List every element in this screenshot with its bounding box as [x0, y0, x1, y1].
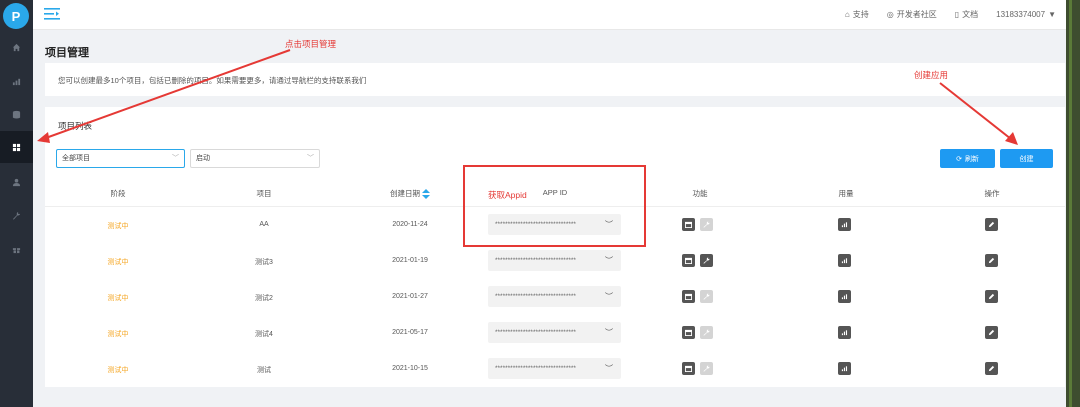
edit-icon[interactable] [985, 362, 998, 375]
logo-glyph: P [11, 8, 21, 24]
notice-card: 您可以创建最多10个项目，包括已删除的项目。如果需要更多，请通过导航栏的支持联系… [45, 63, 1065, 96]
list-title: 项目列表 [58, 121, 93, 131]
project-list-card: 项目列表 全部项目 ﹀ 启动 ﹀ ⟳ 刷新 创建 阶段 项目 创建日期 APP I… [45, 107, 1065, 387]
usage-chart-icon[interactable] [838, 254, 851, 267]
column-header-actions: 操作 [984, 189, 1000, 198]
background-strip [1066, 0, 1080, 407]
usage-chart-icon[interactable] [838, 362, 851, 375]
usage-chart-icon[interactable] [838, 290, 851, 303]
caret-down-icon: ▼ [1048, 10, 1056, 19]
column-header-function: 功能 [692, 189, 708, 198]
chevron-down-icon[interactable]: ︶ [605, 358, 613, 379]
annotation-click-project: 点击项目管理 [285, 39, 337, 49]
document-icon: ▯ [954, 10, 960, 19]
page-title: 项目管理 [45, 47, 89, 59]
edit-icon[interactable] [985, 218, 998, 231]
sidebar: P [0, 0, 33, 407]
column-header-project: 项目 [256, 189, 272, 198]
stage-cell: 测试中 [107, 367, 129, 374]
project-cell: 测试 [257, 367, 271, 374]
refresh-button[interactable]: ⟳ 刷新 [940, 149, 995, 168]
stage-cell: 测试中 [107, 331, 129, 338]
grid-icon [12, 143, 21, 151]
calendar-icon[interactable] [682, 254, 695, 267]
top-links: ⌂ 支持 ◎ 开发者社区 ▯ 文档 13183374007 ▼ [845, 9, 1056, 20]
stage-cell: 测试中 [107, 295, 129, 302]
column-header-stage: 阶段 [110, 189, 126, 198]
table-row: 测试中 测试 2021-10-15 *************************… [45, 351, 1065, 387]
table-row: 测试中 测试2 2021-01-27 ************************… [45, 279, 1065, 315]
calendar-icon[interactable] [682, 218, 695, 231]
annotation-create-app: 创建应用 [914, 70, 949, 80]
chevron-down-icon[interactable]: ︶ [605, 250, 613, 271]
scope-select[interactable]: 全部项目 ﹀ [56, 149, 185, 168]
wrench-icon[interactable] [700, 362, 713, 375]
chevron-down-icon[interactable]: ︶ [605, 286, 613, 307]
support-link[interactable]: ⌂ 支持 [845, 9, 869, 20]
stage-cell: 测试中 [107, 259, 129, 266]
annotation-get-appid: 获取Appid [488, 190, 527, 200]
wrench-icon[interactable] [0, 199, 33, 231]
topbar: ⌂ 支持 ◎ 开发者社区 ▯ 文档 13183374007 ▼ [33, 0, 1066, 30]
wrench-icon[interactable] [700, 290, 713, 303]
column-header-created[interactable]: 创建日期 [390, 188, 430, 200]
calendar-icon[interactable] [682, 326, 695, 339]
chevron-down-icon: ﹀ [307, 155, 314, 162]
project-cell: 测试2 [255, 295, 273, 302]
appid-highlight-box [463, 165, 646, 247]
appid-field[interactable]: ******************************** ︶ [488, 286, 621, 307]
user-icon[interactable] [0, 166, 33, 198]
menu-toggle-icon[interactable] [44, 7, 61, 21]
docs-link[interactable]: ▯ 文档 [955, 9, 978, 20]
calendar-icon[interactable] [682, 290, 695, 303]
chevron-down-icon: ﹀ [172, 155, 179, 162]
project-cell: 测试4 [255, 331, 273, 338]
sidebar-item-projects[interactable] [0, 131, 33, 163]
scope-select-value: 全部项目 [62, 155, 90, 162]
project-cell: AA [259, 221, 269, 228]
logo[interactable]: P [3, 3, 29, 29]
status-select-value: 启动 [196, 155, 210, 162]
date-cell: 2021-10-15 [392, 365, 428, 372]
account-menu[interactable]: 13183374007 ▼ [996, 9, 1056, 20]
appid-field[interactable]: ******************************** ︶ [488, 358, 621, 379]
notice-text: 您可以创建最多10个项目，包括已删除的项目。如果需要更多，请通过导航栏的支持联系… [58, 76, 367, 85]
chevron-down-icon[interactable]: ︶ [605, 322, 613, 343]
appid-field[interactable]: ******************************** ︶ [488, 322, 621, 343]
table-row: 测试中 测试4 2021-05-17 ************************… [45, 315, 1065, 351]
home-icon[interactable] [0, 31, 33, 63]
database-icon[interactable] [0, 98, 33, 130]
wrench-icon[interactable] [700, 254, 713, 267]
support-icon: ⌂ [844, 10, 850, 19]
usage-chart-icon[interactable] [838, 218, 851, 231]
date-cell: 2020-11-24 [392, 221, 428, 228]
project-cell: 测试3 [255, 259, 273, 266]
gift-icon[interactable] [0, 233, 33, 265]
usage-chart-icon[interactable] [838, 326, 851, 339]
appid-field[interactable]: ******************************** ︶ [488, 250, 621, 271]
calendar-icon[interactable] [682, 362, 695, 375]
date-cell: 2021-05-17 [392, 329, 428, 336]
account-name: 13183374007 [996, 10, 1046, 19]
community-icon: ◎ [886, 10, 894, 19]
table-row: 测试中 测试3 2021-01-19 ************************… [45, 243, 1065, 279]
date-cell: 2021-01-27 [392, 293, 428, 300]
edit-icon[interactable] [985, 290, 998, 303]
sort-icon[interactable] [422, 189, 430, 200]
stats-icon[interactable] [0, 65, 33, 97]
create-button[interactable]: 创建 [1000, 149, 1053, 168]
edit-icon[interactable] [985, 254, 998, 267]
community-link[interactable]: ◎ 开发者社区 [887, 9, 937, 20]
edit-icon[interactable] [985, 326, 998, 339]
date-cell: 2021-01-19 [392, 257, 428, 264]
status-select[interactable]: 启动 ﹀ [190, 149, 320, 168]
wrench-icon[interactable] [700, 218, 713, 231]
stage-cell: 测试中 [107, 223, 129, 230]
wrench-icon[interactable] [700, 326, 713, 339]
column-header-usage: 用量 [838, 189, 854, 198]
refresh-icon: ⟳ [956, 155, 962, 163]
